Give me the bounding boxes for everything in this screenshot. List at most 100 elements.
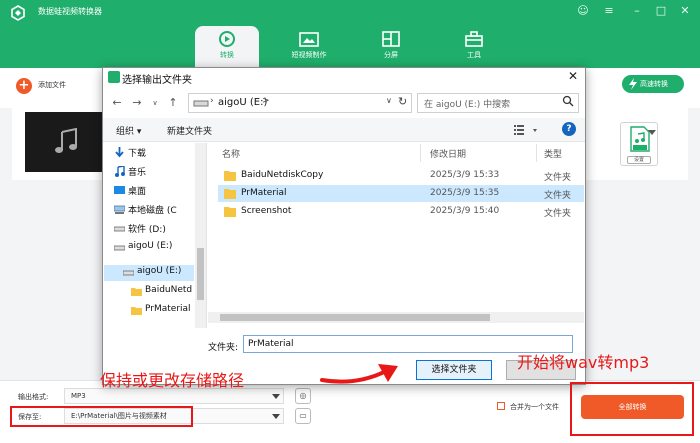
tab-video-maker-label: 短视频制作 [291,51,327,59]
column-name[interactable]: 名称 [222,147,240,160]
address-chevron-icon: › [210,96,214,106]
select-folder-button[interactable]: 选择文件夹 [416,360,492,380]
nav-item-label: 软件 (D:) [128,225,166,235]
folder-icon [224,189,236,199]
nav-item-label: aigoU (E:) [128,241,173,251]
tab-split-screen[interactable]: 分屏 [359,26,423,68]
highlight-save-path [10,406,193,427]
dialog-title: 选择输出文件夹 [122,75,192,86]
column-divider[interactable] [536,144,537,162]
app-title: 数据蛙视频转换器 [38,7,102,16]
help-icon[interactable]: ? [562,122,576,136]
organize-menu[interactable]: 组织 ▾ [116,124,141,137]
horizontal-scrollbar-thumb[interactable] [220,314,490,321]
recent-dropdown-icon[interactable]: ∨ [148,96,162,110]
nav-item-local-disk[interactable]: 本地磁盘 (C [114,203,177,219]
address-dropdown-icon[interactable]: ∨ [386,96,392,105]
add-file-label[interactable]: 添加文件 [38,80,66,90]
toolbox-icon [465,31,483,47]
drive-icon [193,100,209,107]
fast-convert-button[interactable]: 高速转换 [622,75,684,93]
nav-item-label: BaiduNetd [145,285,193,295]
address-drive[interactable]: aigoU (E:) [218,97,267,108]
new-folder-button[interactable]: 新建文件夹 [167,124,212,137]
output-format-caret-icon[interactable] [272,394,280,399]
search-icon[interactable] [562,95,574,107]
up-icon[interactable]: ↑ [166,96,180,110]
folder-icon [131,288,142,296]
highlight-convert-all [570,382,694,436]
back-icon[interactable]: ← [110,96,124,110]
folder-icon [131,307,142,315]
dialog-app-icon [108,71,120,83]
column-date[interactable]: 修改日期 [430,147,466,160]
folder-icon [224,171,236,181]
close-icon[interactable]: ✕ [678,4,692,18]
annotation-keep-path: 保持或更改存储路径 [100,371,245,390]
nav-item-desktop[interactable]: 桌面 [114,184,146,200]
annotation-start-convert: 开始将wav转mp3 [517,353,650,372]
minimize-icon[interactable]: – [630,4,644,18]
tab-split-screen-label: 分屏 [384,51,398,59]
tab-toolbox[interactable]: 工具 [442,26,506,68]
file-date: 2025/3/9 15:33 [430,170,500,180]
file-type: 文件夹 [544,209,572,219]
usb-drive-icon [123,270,134,276]
fast-convert-label: 高速转换 [640,80,668,88]
app-logo-icon [11,5,25,21]
nav-scrollbar[interactable] [195,143,206,328]
merge-checkbox[interactable] [497,402,505,410]
address-separator[interactable]: > [262,96,270,106]
nav-item-aigou-usb[interactable]: aigoU (E:) [123,266,182,282]
nav-item-label: aigoU (E:) [137,266,182,276]
column-type[interactable]: 类型 [544,147,562,160]
format-settings-button[interactable]: 设置 [627,156,651,164]
forward-icon[interactable]: → [130,96,144,110]
file-name[interactable]: PrMaterial [241,188,287,198]
tab-toolbox-label: 工具 [467,51,481,59]
merge-label[interactable]: 合并为一个文件 [510,402,559,412]
file-thumbnail [25,112,105,172]
nav-item-label: PrMaterial [145,304,191,314]
nav-item-aigou[interactable]: aigoU (E:) [114,241,173,257]
nav-item-downloads[interactable]: 下载 [115,146,147,162]
nav-scrollbar-thumb[interactable] [197,248,204,300]
split-screen-icon [382,31,400,47]
output-format-label: 输出格式: [18,393,49,401]
menu-icon[interactable]: ≡ [602,4,616,18]
column-divider[interactable] [420,144,421,162]
file-name[interactable]: BaiduNetdiskCopy [241,170,323,180]
add-file-button[interactable]: + [16,78,32,94]
nav-item-software[interactable]: 软件 (D:) [114,222,166,238]
arrow-icon [320,364,398,384]
tab-convert[interactable]: 转换 [195,26,259,68]
nav-item-prmaterial[interactable]: PrMaterial [131,304,191,320]
download-icon [115,147,124,158]
music-icon [115,166,125,177]
bolt-icon [629,78,637,90]
convert-icon [219,31,235,47]
nav-item-music[interactable]: 音乐 [115,165,146,181]
feedback-icon[interactable]: ☺ [576,4,590,18]
save-to-caret-icon[interactable] [272,414,280,419]
view-options-icon[interactable] [514,124,538,136]
file-date: 2025/3/9 15:35 [430,188,500,198]
maximize-icon[interactable]: □ [654,4,668,18]
desktop-icon [114,186,125,194]
search-placeholder: 在 aigoU (E:) 中搜索 [424,100,511,110]
file-name[interactable]: Screenshot [241,206,291,216]
drive-icon [114,245,125,251]
output-format-tile[interactable]: 设置 [620,122,658,166]
nav-item-label: 下载 [128,149,147,159]
open-folder-icon[interactable]: ▭ [295,408,311,424]
disk-icon [114,205,125,214]
refresh-icon[interactable]: ↻ [398,95,407,108]
format-settings-icon[interactable]: ◎ [295,388,311,404]
tab-video-maker[interactable]: 短视频制作 [277,26,341,68]
mp3-file-icon [630,126,650,152]
nav-item-baidu[interactable]: BaiduNetd [131,285,193,301]
dialog-close-icon[interactable]: ✕ [566,69,580,83]
music-note-icon [55,128,77,153]
format-dropdown-icon[interactable] [648,130,656,135]
tab-convert-label: 转换 [220,51,234,59]
